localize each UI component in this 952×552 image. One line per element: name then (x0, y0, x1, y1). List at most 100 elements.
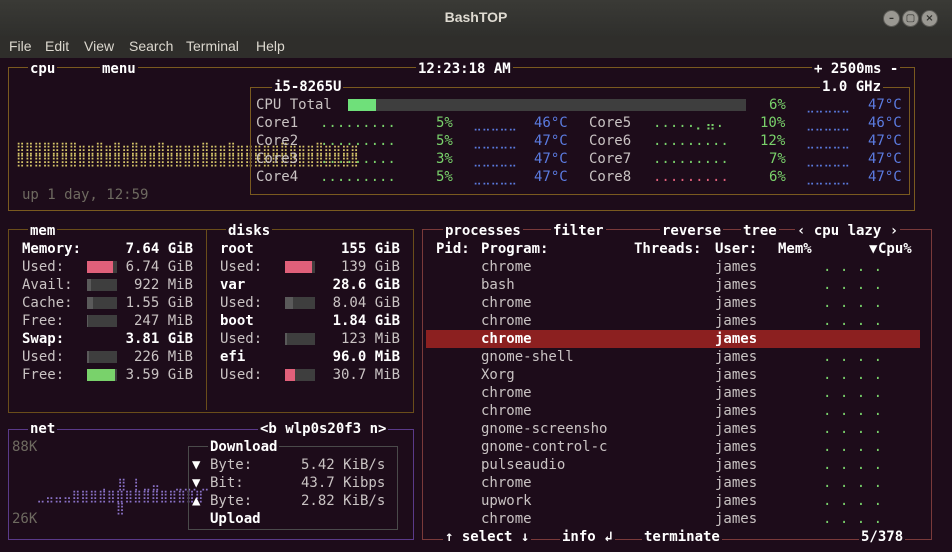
mem-usage-bar (87, 351, 117, 363)
core-name: Core2 (256, 133, 299, 149)
process-user: james (715, 259, 758, 275)
tree-button[interactable]: tree (741, 222, 779, 240)
maximize-icon[interactable]: ▢ (902, 10, 919, 27)
mem-row-value: 7.64 GiB (125, 241, 193, 257)
mem-usage-fill (87, 315, 88, 327)
cpu-total-pct: 6% (769, 97, 786, 113)
minimize-icon[interactable]: – (883, 10, 900, 27)
mem-row-label: Swap: (22, 331, 65, 347)
mem-row-value: 922 MiB (133, 277, 193, 293)
menu-edit[interactable]: Edit (45, 38, 69, 54)
process-program: gnome-shell (481, 349, 574, 365)
core-temp-graph: ⣀⣀⣀⣀⣀ (806, 135, 850, 149)
col-mem[interactable]: Mem% (778, 240, 812, 258)
mem-usage-bar (87, 315, 117, 327)
menu-bar: File Edit View Search Terminal Help (0, 36, 952, 58)
core-name: Core3 (256, 151, 299, 167)
mem-usage-bar (87, 261, 117, 273)
core-pct: 5% (436, 115, 453, 131)
mem-row-label: Free: (22, 313, 65, 329)
core-temp-graph: ⣀⣀⣀⣀⣀ (806, 117, 850, 131)
process-cpu-graph: . . . . (823, 349, 883, 365)
core-temp: 47°C (534, 151, 568, 167)
core-name: Core5 (589, 115, 632, 131)
select-control[interactable]: ↑ select ↓ (443, 528, 532, 546)
process-cpu-graph: . . . . (823, 367, 883, 383)
disks-row-label: Used: (220, 259, 263, 275)
disks-row-value: 8.04 GiB (332, 295, 400, 311)
process-user: james (715, 385, 758, 401)
core-temp: 47°C (534, 169, 568, 185)
menu-help[interactable]: Help (256, 38, 285, 54)
close-icon[interactable]: × (921, 10, 938, 27)
menu-file[interactable]: File (9, 38, 32, 54)
disks-row-value: 28.6 GiB (332, 277, 400, 293)
disks-row-label: Used: (220, 331, 263, 347)
cpu-freq: 1.0 GHz (820, 78, 884, 96)
core-name: Core4 (256, 169, 299, 185)
col-pid[interactable]: Pid: (436, 240, 470, 258)
mem-divider (206, 230, 207, 410)
process-user: james (715, 295, 758, 311)
processes-title: processes (443, 222, 523, 240)
mem-box-title: mem (28, 222, 58, 240)
process-program: Xorg (481, 367, 515, 383)
mem-row-value: 3.59 GiB (125, 367, 193, 383)
mem-row-value: 1.55 GiB (125, 295, 193, 311)
menu-search[interactable]: Search (129, 38, 173, 54)
sort-desc-icon: ▼ (869, 241, 878, 257)
core-temp-graph: ⣀⣀⣀⣀⣀ (473, 171, 517, 185)
mem-row-label: Used: (22, 349, 65, 365)
disks-row-label: root (220, 241, 254, 257)
menu-terminal[interactable]: Terminal (186, 38, 239, 54)
process-program: chrome (481, 295, 532, 311)
core-temp-graph: ⣀⣀⣀⣀⣀ (473, 135, 517, 149)
process-user: james (715, 313, 758, 329)
core-graph: ......... (653, 133, 729, 149)
process-program: chrome (481, 511, 532, 527)
mem-usage-bar (87, 279, 117, 291)
net-stat-label: Byte: (210, 457, 253, 473)
core-graph: ......... (653, 169, 729, 185)
mem-usage-fill (87, 369, 115, 381)
terminate-button[interactable]: terminate (642, 528, 722, 546)
mem-row-value: 247 MiB (133, 313, 193, 329)
disks-usage-bar (285, 261, 315, 273)
net-interface-selector[interactable]: <b wlp0s20f3 n> (258, 420, 389, 438)
core-temp: 47°C (868, 169, 902, 185)
disks-row-label: Used: (220, 367, 263, 383)
cpu-graph: ⣿⣿⣿⣿⣿⣿⣿⣶⣶⣿⣶⣿⣶⣿⣶⣶⣿⣶⣶⣶⣶⣿⣶⣶⣿⣶⣶⣶⣶⣶⣿⣶⣶⣶⣿⣶⣶⣶⣶ … (16, 130, 359, 166)
col-program[interactable]: Program: (481, 240, 548, 258)
process-user: james (715, 511, 758, 527)
mem-row-label: Free: (22, 367, 65, 383)
mem-usage-fill (87, 297, 93, 309)
process-user: james (715, 331, 758, 347)
disks-row-label: efi (220, 349, 246, 365)
core-graph: ......... (320, 169, 396, 185)
process-user: james (715, 439, 758, 455)
core-name: Core1 (256, 115, 299, 131)
disks-row-value: 123 MiB (340, 331, 400, 347)
core-name: Core8 (589, 169, 632, 185)
disks-usage-fill (285, 297, 293, 309)
mem-usage-bar (87, 369, 117, 381)
filter-button[interactable]: filter (551, 222, 606, 240)
sort-selector[interactable]: ‹ cpu lazy › (795, 222, 901, 240)
menu-button[interactable]: menu (100, 60, 138, 78)
cpu-total-temp-graph: ⣀⣀⣀⣀⣀ (806, 99, 850, 113)
disks-row-value: 96.0 MiB (332, 349, 400, 365)
menu-view[interactable]: View (84, 38, 114, 54)
mem-usage-fill (87, 279, 91, 291)
info-button[interactable]: info ↲ (560, 528, 615, 546)
process-program: pulseaudio (481, 457, 566, 473)
process-user: james (715, 367, 758, 383)
col-threads[interactable]: Threads: (634, 240, 701, 258)
col-user[interactable]: User: (715, 240, 757, 258)
reverse-button[interactable]: reverse (660, 222, 724, 240)
update-interval[interactable]: + 2500ms - (812, 60, 901, 78)
col-cpu[interactable]: Cpu% (878, 240, 912, 258)
core-pct: 10% (760, 115, 786, 131)
title-bar: BashTOP – ▢ × (0, 0, 952, 36)
process-cpu-graph: . . . . (823, 439, 883, 455)
process-program: upwork (481, 493, 532, 509)
